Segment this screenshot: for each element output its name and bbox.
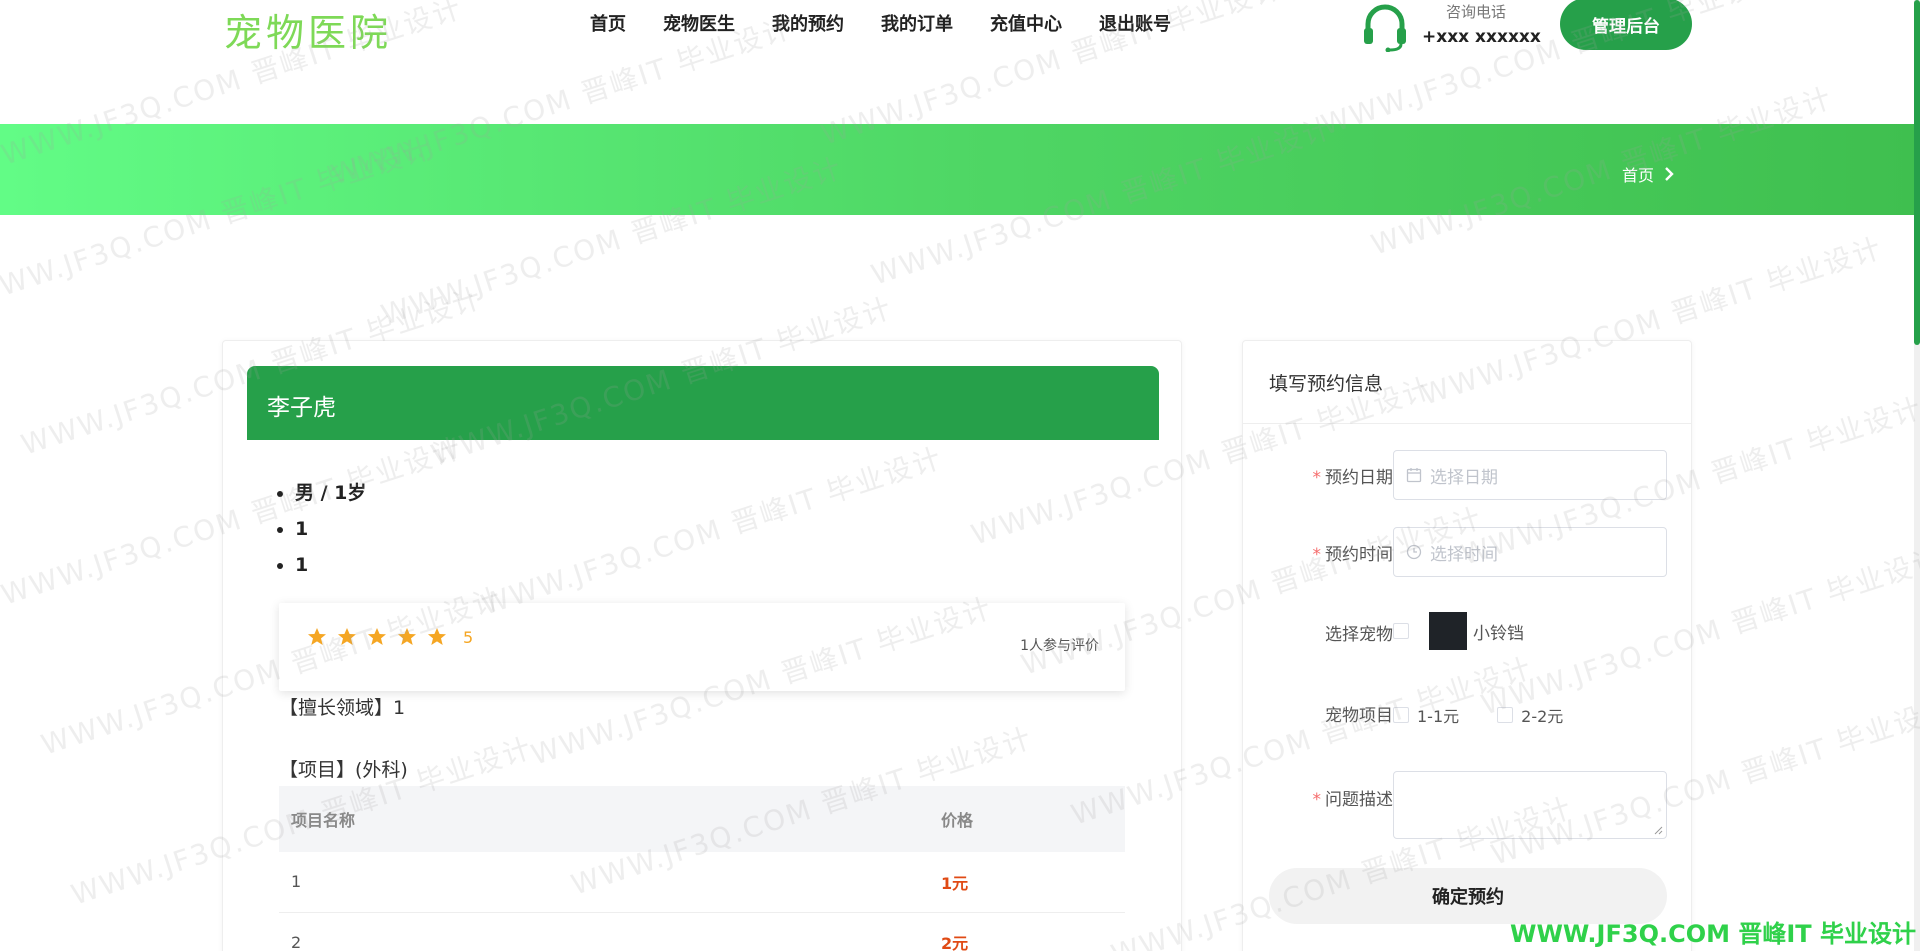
pet-label: 选择宠物 [1325, 625, 1393, 645]
star-icon[interactable] [397, 627, 417, 647]
desc-label: * 问题描述 [1312, 790, 1394, 810]
site-header: 宠物医院 首页 宠物医生 我的预约 我的订单 充值中心 退出账号 咨询电话 +x… [0, 0, 1920, 124]
doctor-header: 李子虎 [247, 366, 1159, 440]
doctor-info-list: 男 / 1岁 1 1 [295, 475, 366, 583]
time-label: * 预约时间 [1312, 545, 1394, 565]
rating-value: 5 [463, 627, 474, 647]
date-label: * 预约日期 [1312, 468, 1394, 488]
nav-logout[interactable]: 退出账号 [1099, 10, 1171, 36]
nav-doctors[interactable]: 宠物医生 [663, 10, 735, 36]
item-option-label: 1-1元 [1417, 707, 1460, 726]
pet-name: 小铃铛 [1473, 623, 1524, 644]
form-divider [1243, 423, 1691, 424]
doctor-specialty: 【擅长领域】1 [279, 697, 406, 719]
item-option-label: 2-2元 [1521, 707, 1564, 726]
item-label: 宠物项目 [1325, 706, 1393, 726]
phone-number: +xxx xxxxxx [1422, 27, 1541, 47]
star-icon[interactable] [337, 627, 357, 647]
doctor-gender-age: 男 / 1岁 [295, 475, 366, 511]
description-textarea[interactable] [1393, 771, 1667, 839]
time-placeholder: 选择时间 [1430, 544, 1498, 565]
table-row: 2 2元 [279, 912, 1125, 951]
table-row: 1 1元 [279, 852, 1125, 913]
column-header-item: 项目名称 [279, 786, 929, 852]
item-name-cell: 2 [279, 912, 929, 951]
rating-count: 1人参与评价 [1020, 638, 1099, 654]
contact-phone: 咨询电话 +xxx xxxxxx [1360, 0, 1550, 52]
project-table: 项目名称 价格 1 1元 2 2元 [279, 786, 1125, 951]
item-options: 1-1元 2-2元 [1393, 703, 1601, 727]
chevron-right-icon [1665, 167, 1674, 181]
scrollbar-thumb[interactable] [1914, 0, 1920, 345]
nav-orders[interactable]: 我的订单 [881, 10, 953, 36]
pet-option: 小铃铛 [1393, 612, 1524, 650]
headset-icon [1364, 4, 1406, 52]
rating-stars: 5 [307, 627, 473, 647]
required-mark: * [1312, 468, 1322, 488]
resize-handle-icon[interactable] [1654, 826, 1663, 835]
form-title: 填写预约信息 [1269, 373, 1384, 395]
nav-appointments[interactable]: 我的预约 [772, 10, 844, 36]
table-header-row: 项目名称 价格 [279, 786, 1125, 852]
star-icon[interactable] [367, 627, 387, 647]
pet-avatar [1429, 612, 1467, 650]
pet-checkbox[interactable] [1393, 623, 1409, 639]
item-checkbox[interactable] [1393, 707, 1409, 723]
corner-watermark: WWW.JF3Q.COM 晋峰IT 毕业设计 [1509, 920, 1916, 948]
project-title: 【项目】(外科) [279, 759, 408, 781]
phone-label: 咨询电话 [1446, 3, 1507, 21]
page-banner: 首页 [0, 124, 1914, 215]
required-mark: * [1312, 790, 1322, 810]
star-icon[interactable] [427, 627, 447, 647]
time-picker[interactable]: 选择时间 [1393, 527, 1667, 577]
rating-box: 5 1人参与评价 [279, 603, 1125, 691]
site-logo[interactable]: 宠物医院 [224, 2, 392, 57]
appointment-form: 填写预约信息 * 预约日期 选择日期 * 预约时间 选择时间 选择宠物 小铃铛 宠物… [1242, 340, 1692, 951]
item-price-cell: 2元 [929, 912, 1125, 951]
doctor-info-item: 1 [295, 547, 366, 583]
clock-icon [1406, 544, 1422, 560]
star-icon[interactable] [307, 627, 327, 647]
breadcrumb-home[interactable]: 首页 [1622, 162, 1654, 186]
date-picker[interactable]: 选择日期 [1393, 450, 1667, 500]
item-price-cell: 1元 [929, 852, 1125, 913]
nav-recharge[interactable]: 充值中心 [990, 10, 1062, 36]
doctor-card: 李子虎 男 / 1岁 1 1 5 1人参与评价 【擅长领域】1 【项目】(外科)… [222, 340, 1182, 951]
doctor-info-item: 1 [295, 511, 366, 547]
date-placeholder: 选择日期 [1430, 467, 1498, 488]
required-mark: * [1312, 545, 1322, 565]
doctor-name: 李子虎 [267, 395, 336, 421]
nav-home[interactable]: 首页 [590, 10, 626, 36]
item-name-cell: 1 [279, 852, 929, 913]
admin-button[interactable]: 管理后台 [1560, 0, 1692, 50]
column-header-price: 价格 [929, 786, 1125, 852]
breadcrumb: 首页 [1622, 162, 1674, 186]
main-nav: 首页 宠物医生 我的预约 我的订单 充值中心 退出账号 [590, 10, 1208, 36]
item-checkbox[interactable] [1497, 707, 1514, 723]
calendar-icon [1406, 468, 1422, 483]
